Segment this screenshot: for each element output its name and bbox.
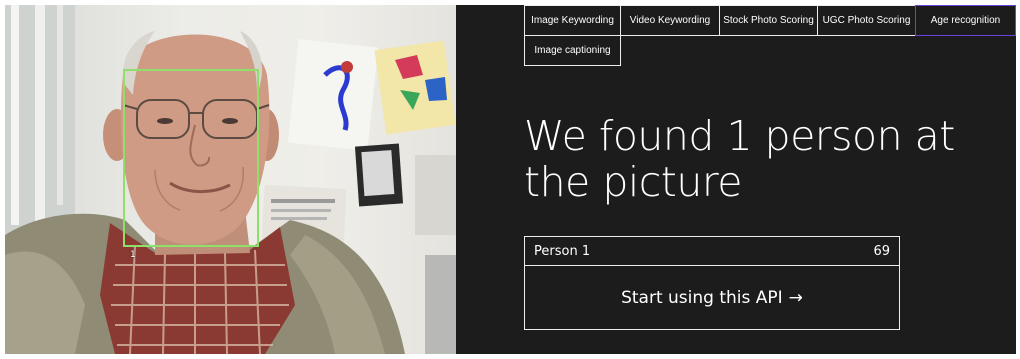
tab-image-captioning[interactable]: Image captioning [524, 35, 621, 66]
person-label: Person 1 [534, 243, 591, 259]
tab-stock-photo-scoring[interactable]: Stock Photo Scoring [719, 5, 818, 36]
start-api-button-label: Start using this API [621, 287, 783, 308]
app-frame: 1 Image Keywording Video Keywording Stoc… [5, 5, 1016, 354]
person-age: 69 [873, 243, 890, 259]
arrow-right-icon: → [788, 287, 803, 308]
tab-image-keywording[interactable]: Image Keywording [524, 5, 621, 36]
tab-ugc-photo-scoring[interactable]: UGC Photo Scoring [817, 5, 916, 36]
face-index-label: 1 [130, 250, 136, 260]
tab-video-keywording[interactable]: Video Keywording [620, 5, 720, 36]
start-api-button[interactable]: Start using this API → [524, 265, 900, 330]
face-detection-box [123, 69, 259, 247]
analyzed-photo: 1 [5, 5, 456, 354]
result-headline: We found 1 person at the picture [524, 112, 955, 206]
result-row-person-1: Person 1 69 [524, 236, 900, 266]
tab-age-recognition[interactable]: Age recognition [915, 5, 1016, 36]
